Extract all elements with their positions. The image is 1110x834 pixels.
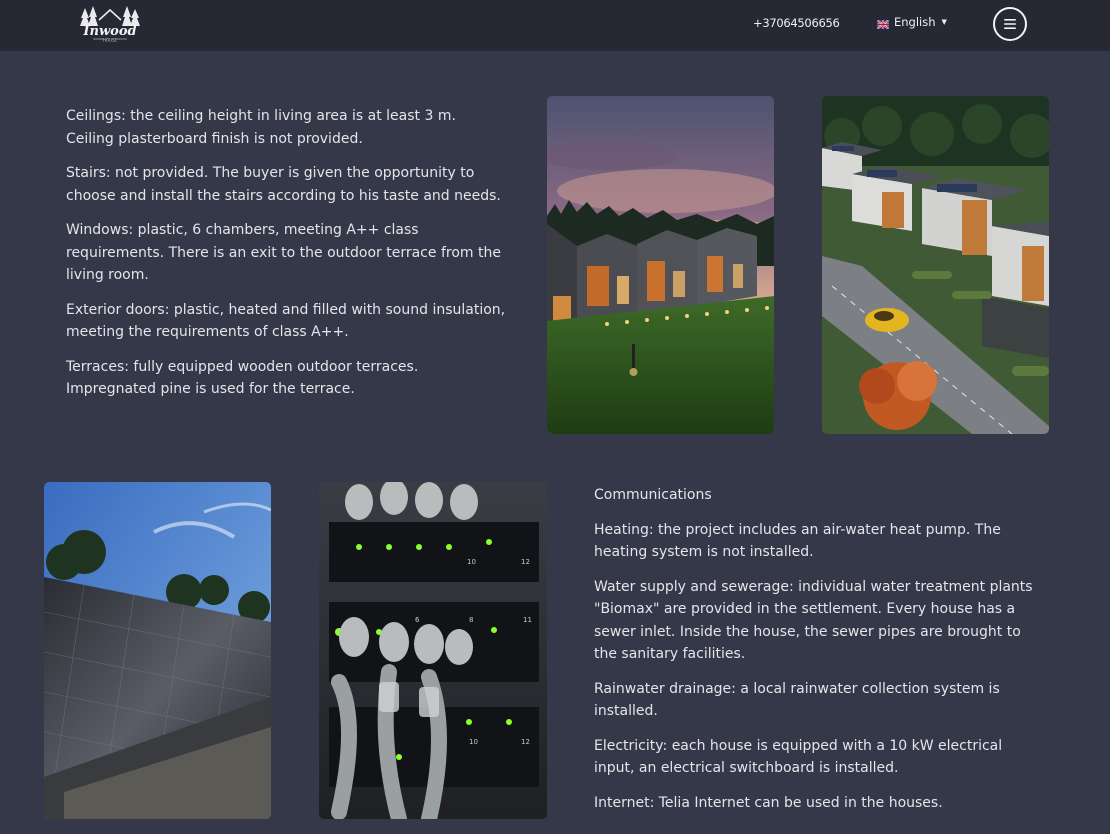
svg-text:12: 12 [521,738,530,746]
svg-text:6: 6 [415,616,420,624]
chevron-down-icon: ▼ [941,18,947,26]
solar-panels-roof-photo [44,482,271,819]
electricity-paragraph: Electricity: each house is equipped with… [594,737,1003,777]
exterior-doors-paragraph: Exterior doors: plastic, heated and fill… [66,301,506,341]
hamburger-icon [1004,19,1016,29]
communications-text: Communications Heating: the project incl… [594,484,1034,826]
stairs-paragraph: Stairs: not provided. The buyer is given… [66,165,501,204]
svg-text:HOUSE: HOUSE [103,38,118,43]
water-supply-paragraph: Water supply and sewerage: individual wa… [594,578,1033,663]
aerial-neighborhood-photo [822,96,1049,434]
menu-button[interactable] [993,7,1027,41]
svg-text:8: 8 [469,616,473,624]
ceilings-paragraph: Ceilings: the ceiling height in living a… [66,108,456,147]
twilight-townhouses-photo [547,96,774,434]
heating-paragraph: Heating: the project includes an air-wat… [594,521,1001,561]
svg-text:12: 12 [521,558,530,566]
network-switch-photo: 10 12 6 8 11 10 12 [319,482,547,819]
windows-paragraph: Windows: plastic, 6 chambers, meeting A+… [66,222,501,283]
terraces-paragraph: Terraces: fully equipped wooden outdoor … [66,358,419,398]
svg-text:10: 10 [469,738,478,746]
rainwater-drainage-paragraph: Rainwater drainage: a local rainwater co… [594,680,1000,720]
svg-text:10: 10 [467,558,476,566]
communications-heading: Communications [594,487,712,503]
specifications-text: Ceilings: the ceiling height in living a… [66,105,506,413]
language-selector[interactable]: English ▼ [876,15,947,30]
internet-paragraph: Internet: Telia Internet can be used in … [594,794,943,811]
site-header: Inwood HOUSE +37064506656 English ▼ [0,0,1110,50]
phone-link[interactable]: +37064506656 [753,16,840,30]
language-label: English [894,15,936,29]
uk-flag-icon [876,18,890,30]
inwood-house-logo[interactable]: Inwood HOUSE [79,4,141,44]
svg-text:11: 11 [523,616,532,624]
